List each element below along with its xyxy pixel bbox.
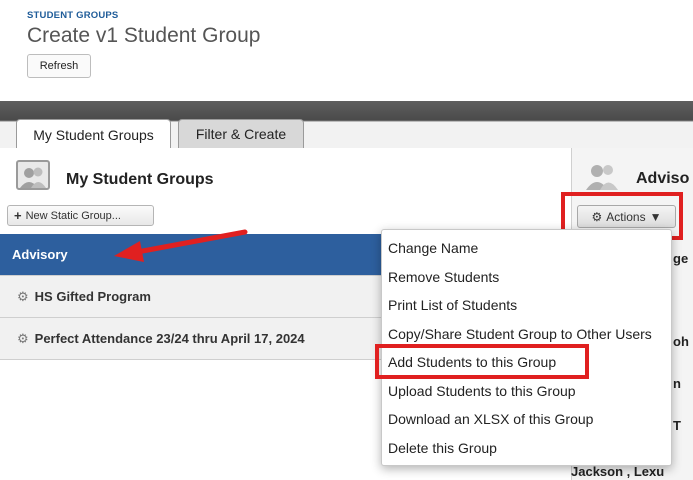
gear-icon: ⚙	[17, 288, 29, 304]
plus-icon: +	[14, 208, 22, 223]
group-label: Perfect Attendance 23/24 thru April 17, …	[34, 331, 305, 346]
group-label: HS Gifted Program	[34, 289, 151, 304]
people-icon	[586, 165, 618, 190]
student-name-fragment: Jackson , Lexu	[571, 464, 665, 479]
menu-item-print-list[interactable]: Print List of Students	[382, 291, 671, 320]
menu-item-upload-students[interactable]: Upload Students to this Group	[382, 377, 671, 406]
group-label: Advisory	[12, 247, 68, 262]
menu-item-download-xlsx[interactable]: Download an XLSX of this Group	[382, 405, 671, 434]
new-static-group-button[interactable]: + New Static Group...	[7, 205, 154, 226]
tab-filter-create[interactable]: Filter & Create	[178, 119, 304, 148]
student-name-fragment: n	[673, 376, 681, 391]
breadcrumb[interactable]: STUDENT GROUPS	[27, 10, 118, 21]
student-name-fragment: ge	[673, 251, 689, 266]
upload-highlight-box	[375, 344, 589, 379]
menu-item-change-name[interactable]: Change Name	[382, 234, 671, 263]
gear-icon: ⚙	[17, 330, 29, 346]
people-icon	[16, 160, 50, 190]
menu-item-remove-students[interactable]: Remove Students	[382, 263, 671, 292]
page-title: Create v1 Student Group	[27, 24, 261, 47]
student-name-fragment: T	[673, 418, 681, 433]
group-detail-title: Adviso	[636, 170, 690, 187]
student-name-fragment: oh	[673, 334, 689, 349]
new-static-group-label: New Static Group...	[25, 209, 121, 222]
refresh-button[interactable]: Refresh	[27, 54, 91, 78]
tab-my-student-groups[interactable]: My Student Groups	[16, 119, 171, 149]
menu-item-delete-group[interactable]: Delete this Group	[382, 434, 671, 463]
red-arrow-icon	[114, 229, 248, 262]
panel-title: My Student Groups	[66, 171, 214, 188]
